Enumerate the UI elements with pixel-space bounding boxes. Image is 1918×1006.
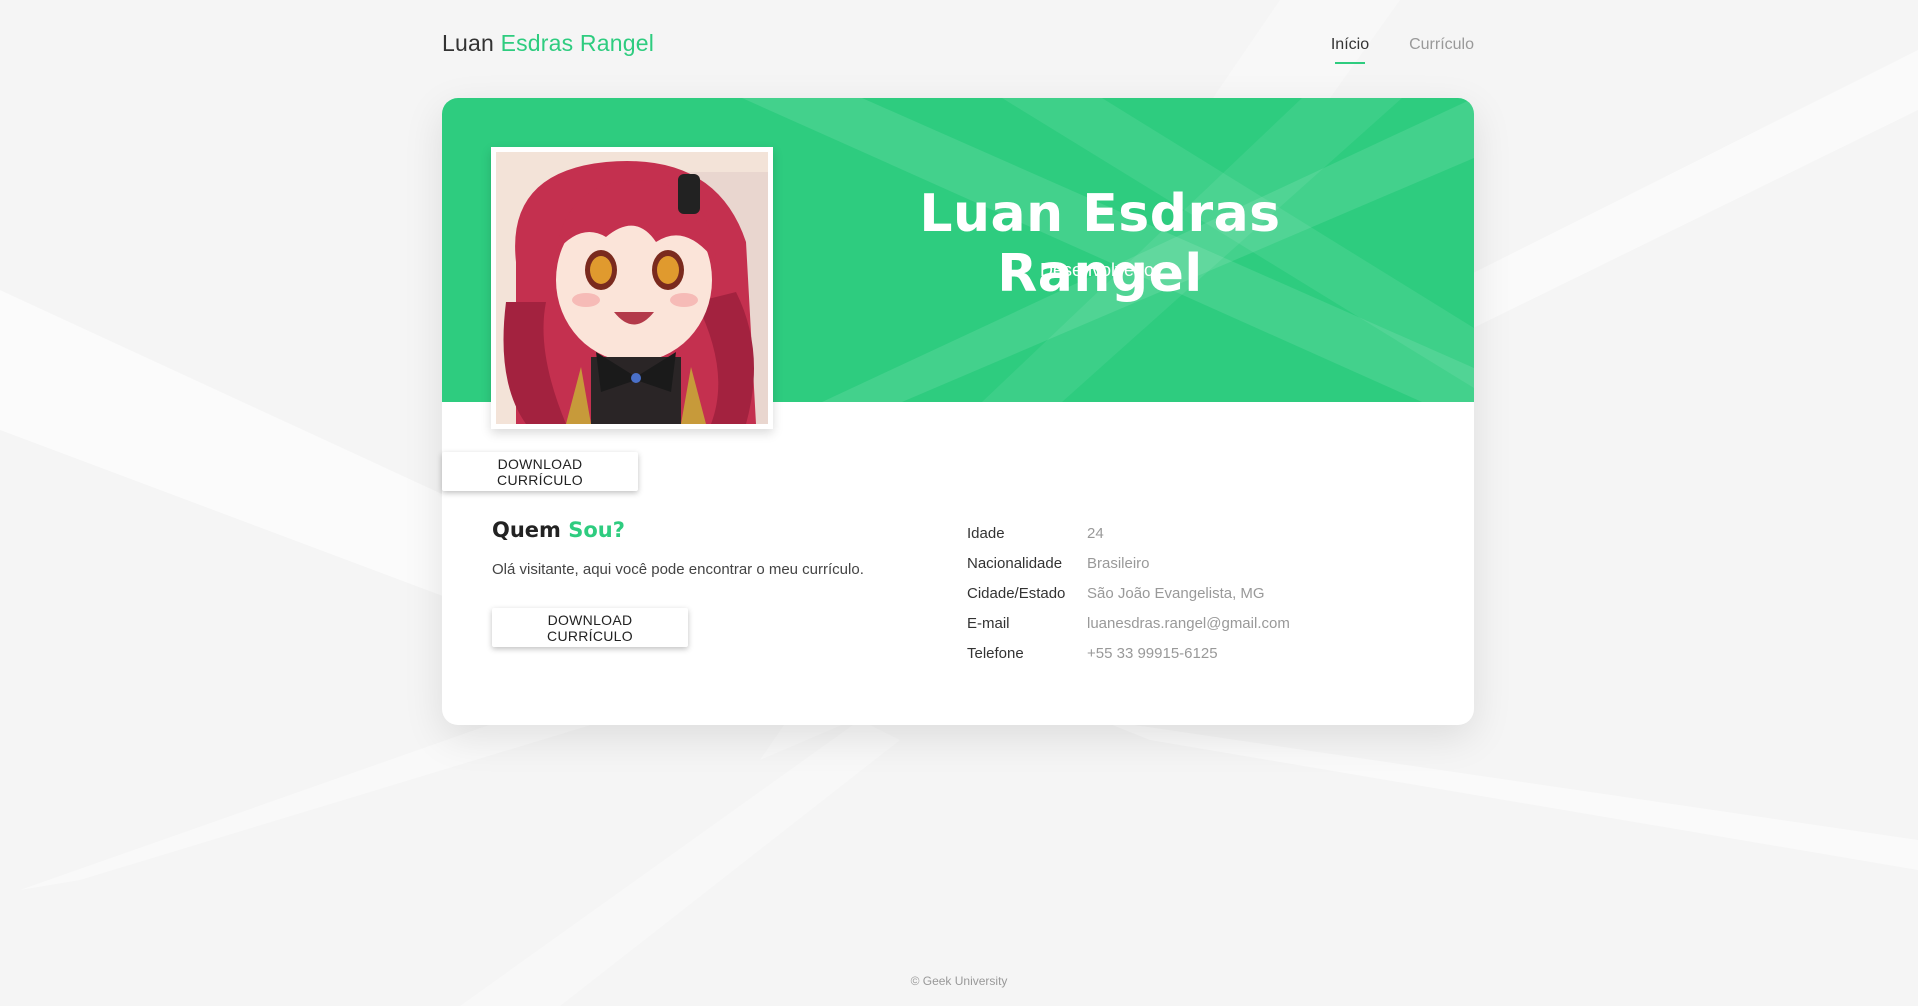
info-value: Brasileiro xyxy=(1087,554,1150,572)
avatar-image xyxy=(496,152,768,424)
info-key: Nacionalidade xyxy=(967,554,1063,572)
hero-role: Desenvolvedor xyxy=(1039,260,1161,280)
profile-photo xyxy=(491,147,773,429)
brand-first: Luan xyxy=(442,30,494,56)
hero-name: Luan Esdras Rangel xyxy=(919,184,1281,304)
download-cv-button-top[interactable]: DOWNLOAD CURRÍCULO xyxy=(442,452,638,491)
info-row-nacionalidade: Nacionalidade Brasileiro xyxy=(967,548,1290,578)
nav-item-inicio[interactable]: Início xyxy=(1331,36,1369,64)
about-title-accent: Sou? xyxy=(568,518,625,542)
nav-menu: Início Currículo xyxy=(1331,36,1474,64)
info-row-telefone: Telefone +55 33 99915-6125 xyxy=(967,638,1290,668)
info-key: Cidade/Estado xyxy=(967,584,1066,602)
info-key: Idade xyxy=(967,524,1005,542)
info-row-idade: Idade 24 xyxy=(967,518,1290,548)
info-list: Idade 24 Nacionalidade Brasileiro Cidade… xyxy=(967,518,1290,668)
info-row-email: E-mail luanesdras.rangel@gmail.com xyxy=(967,608,1290,638)
about-text: Olá visitante, aqui você pode encontrar … xyxy=(492,561,864,578)
footer-copyright: © Geek University xyxy=(910,974,1008,988)
nav-item-curriculo[interactable]: Currículo xyxy=(1409,36,1474,54)
brand-logo[interactable]: Luan Esdras Rangel xyxy=(442,30,654,57)
brand-accent: Esdras Rangel xyxy=(500,30,655,56)
about-title-first: Quem xyxy=(492,518,561,542)
info-value: São João Evangelista, MG xyxy=(1087,584,1265,602)
info-value: 24 xyxy=(1087,524,1104,542)
top-navbar: Luan Esdras Rangel Início Currículo xyxy=(442,0,1474,92)
info-row-cidade: Cidade/Estado São João Evangelista, MG xyxy=(967,578,1290,608)
info-value: +55 33 99915-6125 xyxy=(1087,644,1218,662)
info-value: luanesdras.rangel@gmail.com xyxy=(1087,614,1290,632)
profile-card: Luan Esdras Rangel Desenvolvedor DOWNLOA… xyxy=(442,98,1474,725)
info-key: Telefone xyxy=(967,644,1024,662)
download-cv-button[interactable]: DOWNLOAD CURRÍCULO xyxy=(492,608,688,647)
about-title: Quem Sou? xyxy=(492,518,625,542)
info-key: E-mail xyxy=(967,614,1010,632)
